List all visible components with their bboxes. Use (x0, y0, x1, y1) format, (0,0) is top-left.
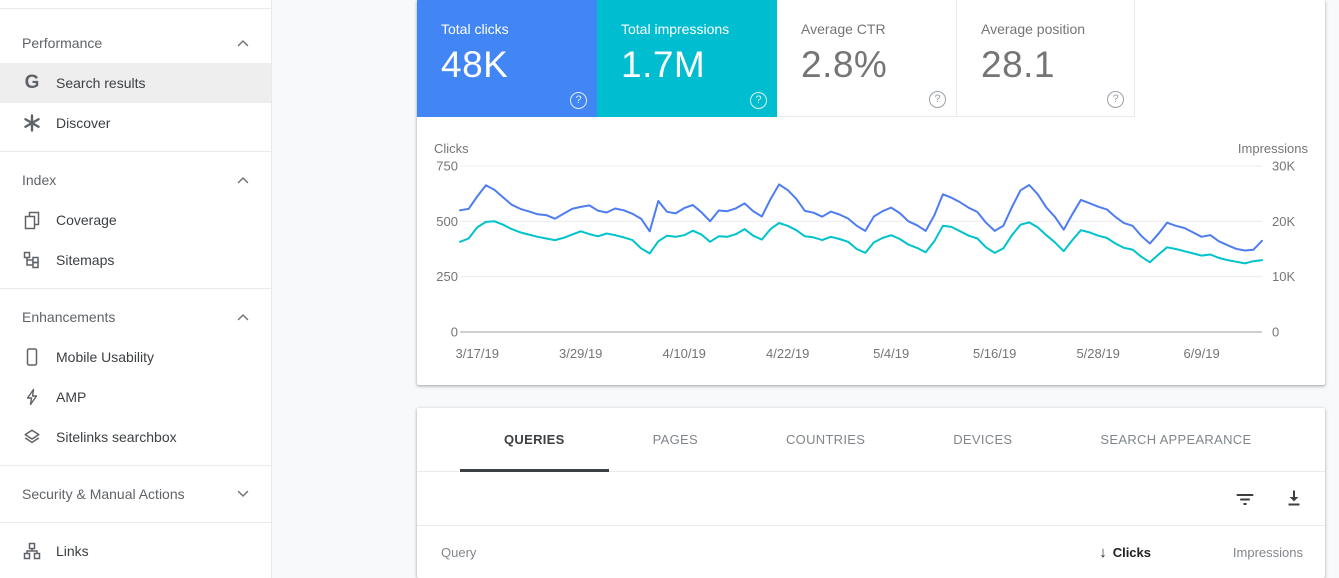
card-value: 28.1 (981, 44, 1134, 86)
help-icon[interactable]: ? (750, 92, 767, 109)
sidebar-item-label: Sitelinks searchbox (56, 429, 177, 445)
download-icon[interactable] (1282, 487, 1306, 511)
card-label: Total clicks (441, 21, 597, 37)
sidebar-divider (0, 522, 271, 523)
sidebar-item-label: Sitemaps (56, 252, 114, 268)
chevron-down-icon (237, 490, 249, 498)
sidebar-item-label: Links (56, 543, 89, 559)
mobile-phone-icon (22, 347, 42, 367)
column-header-clicks[interactable]: ↓ Clicks (1099, 544, 1151, 561)
card-label: Average position (981, 21, 1134, 37)
google-g-icon: G (22, 73, 42, 93)
sidebar-section-performance[interactable]: Performance (0, 23, 271, 63)
svg-text:30K: 30K (1272, 159, 1295, 174)
svg-text:750: 750 (436, 159, 458, 174)
sort-desc-icon: ↓ (1099, 544, 1107, 561)
card-value: 2.8% (801, 44, 956, 86)
sitemaps-tree-icon (22, 250, 42, 270)
section-label: Enhancements (22, 309, 237, 325)
section-label: Security & Manual Actions (22, 486, 237, 502)
sidebar: Performance G Search results Discover In… (0, 0, 272, 578)
sidebar-item-label: Discover (56, 115, 110, 131)
average-ctr-card[interactable]: Average CTR 2.8% ? (777, 0, 956, 117)
coverage-pages-icon (22, 210, 42, 230)
chevron-up-icon (237, 176, 249, 184)
svg-text:4/22/19: 4/22/19 (766, 346, 809, 361)
svg-text:5/4/19: 5/4/19 (873, 346, 909, 361)
query-table-panel: QUERIES PAGES COUNTRIES DEVICES SEARCH A… (417, 408, 1325, 578)
sidebar-top-divider (0, 8, 271, 9)
sidebar-item-label: Mobile Usability (56, 349, 154, 365)
svg-text:500: 500 (436, 214, 458, 229)
sidebar-divider (0, 465, 271, 466)
tab-search-appearance[interactable]: SEARCH APPEARANCE (1056, 408, 1295, 471)
svg-text:Clicks: Clicks (434, 141, 469, 156)
svg-text:3/29/19: 3/29/19 (559, 346, 602, 361)
sidebar-item-discover[interactable]: Discover (0, 103, 271, 143)
svg-text:6/9/19: 6/9/19 (1184, 346, 1220, 361)
sidebar-item-search-results[interactable]: G Search results (0, 63, 271, 103)
sidebar-divider (0, 288, 271, 289)
svg-text:250: 250 (436, 269, 458, 284)
column-header-query: Query (441, 545, 1099, 560)
tab-pages[interactable]: PAGES (609, 408, 742, 471)
discover-asterisk-icon (22, 113, 42, 133)
sidebar-item-links[interactable]: Links (0, 531, 271, 571)
column-header-impressions[interactable]: Impressions (1151, 545, 1303, 560)
svg-text:3/17/19: 3/17/19 (456, 346, 499, 361)
svg-text:Impressions: Impressions (1238, 141, 1309, 156)
tab-devices[interactable]: DEVICES (909, 408, 1056, 471)
table-toolbar (417, 472, 1325, 525)
section-label: Performance (22, 35, 237, 51)
card-value: 1.7M (621, 44, 777, 86)
svg-text:0: 0 (451, 325, 458, 340)
sidebar-section-security[interactable]: Security & Manual Actions (0, 474, 271, 514)
card-label: Total impressions (621, 21, 777, 37)
sidebar-item-sitelinks-searchbox[interactable]: Sitelinks searchbox (0, 417, 271, 457)
sidebar-divider (0, 151, 271, 152)
svg-text:4/10/19: 4/10/19 (663, 346, 706, 361)
total-clicks-card[interactable]: Total clicks 48K ? (417, 0, 597, 117)
links-network-icon (22, 541, 42, 561)
svg-text:10K: 10K (1272, 269, 1295, 284)
sidebar-item-label: AMP (56, 389, 86, 405)
tab-queries[interactable]: QUERIES (460, 408, 609, 471)
chevron-up-icon (237, 39, 249, 47)
summary-cards: Total clicks 48K ? Total impressions 1.7… (417, 0, 1325, 117)
svg-text:20K: 20K (1272, 214, 1295, 229)
sidebar-item-sitemaps[interactable]: Sitemaps (0, 240, 271, 280)
layers-icon (22, 427, 42, 447)
sidebar-item-coverage[interactable]: Coverage (0, 200, 271, 240)
column-header-clicks-label: Clicks (1113, 545, 1151, 560)
dimension-tabs: QUERIES PAGES COUNTRIES DEVICES SEARCH A… (417, 408, 1325, 472)
amp-lightning-icon (22, 387, 42, 407)
performance-summary-panel: Total clicks 48K ? Total impressions 1.7… (417, 0, 1325, 385)
performance-chart: 750 30K 500 20K 250 10K 0 0 Clicks Impressions 3/1… (417, 135, 1325, 385)
sidebar-item-label: Coverage (56, 212, 117, 228)
sidebar-item-mobile-usability[interactable]: Mobile Usability (0, 337, 271, 377)
chevron-up-icon (237, 313, 249, 321)
total-impressions-card[interactable]: Total impressions 1.7M ? (597, 0, 777, 117)
svg-text:5/28/19: 5/28/19 (1076, 346, 1119, 361)
sidebar-section-enhancements[interactable]: Enhancements (0, 297, 271, 337)
average-position-card[interactable]: Average position 28.1 ? (956, 0, 1135, 117)
help-icon[interactable]: ? (1107, 91, 1124, 108)
svg-text:5/16/19: 5/16/19 (973, 346, 1016, 361)
help-icon[interactable]: ? (570, 92, 587, 109)
tab-countries[interactable]: COUNTRIES (742, 408, 909, 471)
sidebar-item-label: Search results (56, 75, 145, 91)
svg-text:0: 0 (1272, 325, 1279, 340)
table-header-row: Query ↓ Clicks Impressions (417, 525, 1325, 578)
sidebar-section-index[interactable]: Index (0, 160, 271, 200)
help-icon[interactable]: ? (929, 91, 946, 108)
card-value: 48K (441, 44, 597, 86)
filter-icon[interactable] (1233, 487, 1257, 511)
section-label: Index (22, 172, 237, 188)
sidebar-item-amp[interactable]: AMP (0, 377, 271, 417)
card-label: Average CTR (801, 21, 956, 37)
